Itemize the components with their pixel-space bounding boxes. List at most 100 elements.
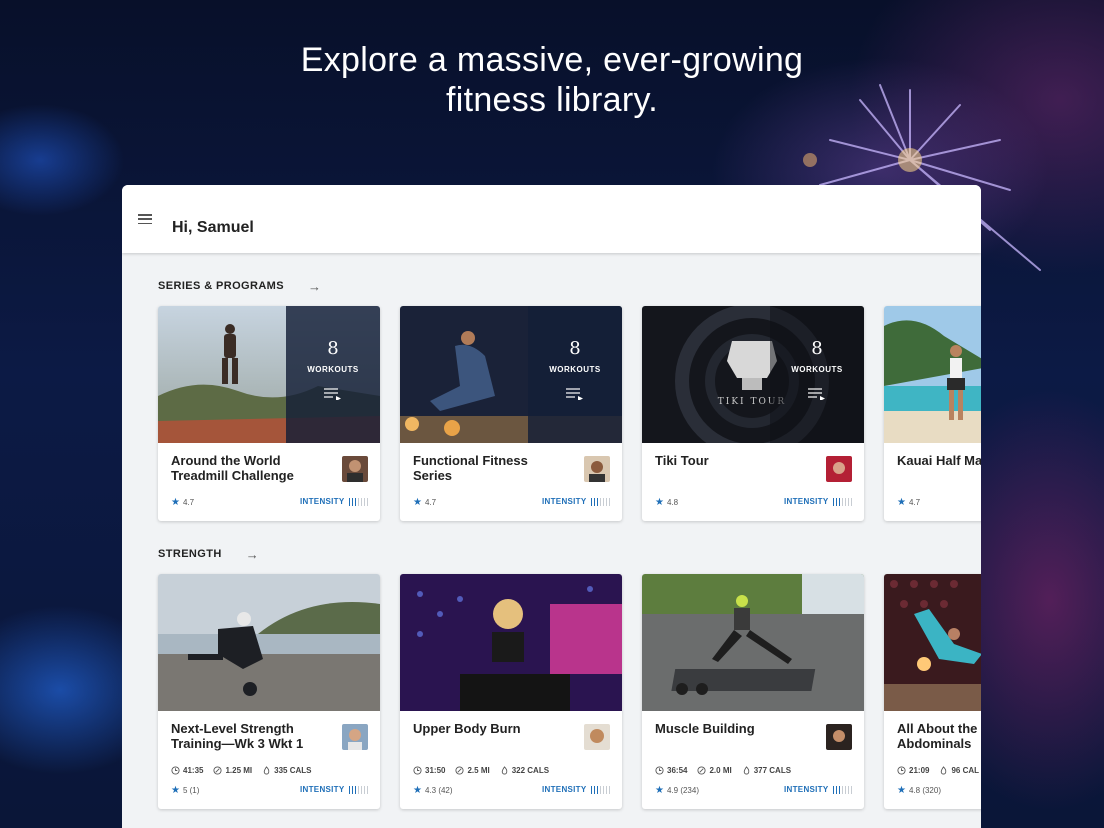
headline-line-2: fitness library. [445,81,658,119]
headline-line-1: Explore a massive, ever-growing [300,41,804,79]
intensity-bar [366,785,368,794]
star-icon: ★ [171,497,180,508]
strength-row: Next-Level Strength Training—Wk 3 Wkt 1 … [158,574,981,809]
workout-card[interactable]: Upper Body Burn 31:50 2.5 MI 322 CALS ★ 4… [400,574,622,809]
rating: ★ 4.7 [413,497,437,508]
workout-meta: 31:50 2.5 MI 322 CALS [413,766,549,775]
distance: 2.0 MI [697,766,732,775]
workout-count-overlay: 8 WORKOUTS [770,306,864,443]
intensity-bar [835,785,837,794]
workout-card[interactable]: All About the Abdominals 21:09 96 CAL ★ 4… [884,574,981,809]
card-title: Muscle Building [655,721,755,736]
program-card[interactable]: 8 WORKOUTS Around the World Treadmill Ch… [158,306,380,521]
intensity: INTENSITY [542,785,610,794]
duration: 41:35 [171,766,203,775]
intensity-bar [351,497,353,506]
intensity-bar [850,497,852,506]
hamburger-menu-icon[interactable] [138,214,152,224]
intensity-bar [354,785,356,794]
section-title: SERIES & PROGRAMS [158,280,284,292]
section-title: STRENGTH [158,548,222,560]
intensity-bar [605,497,607,506]
rating: ★ 4.7 [171,497,195,508]
clock-icon [897,766,906,775]
card-title: Next-Level Strength Training—Wk 3 Wkt 1 [171,721,304,751]
card-title: All About the Abdominals [897,721,978,751]
intensity-bars [348,785,368,794]
intensity-bar [602,785,604,794]
card-thumbnail: TIKI TOUR 8 WORKOUTS [642,306,864,443]
intensity-bar [348,785,350,794]
intensity-bar [841,497,843,506]
intensity: INTENSITY [300,785,368,794]
workout-count-overlay: 8 WORKOUTS [286,306,380,443]
rating: ★ 5 (1) [171,785,200,796]
distance-icon [213,766,223,775]
workout-card[interactable]: Next-Level Strength Training—Wk 3 Wkt 1 … [158,574,380,809]
instructor-avatar [826,724,852,750]
card-title: Kauai Half Ma [897,453,981,468]
flame-icon [743,766,749,775]
intensity-bar [844,785,846,794]
arrow-right-icon[interactable]: → [246,547,259,562]
intensity-bar [847,497,849,506]
flame-icon [501,766,507,775]
clock-icon [655,766,664,775]
card-thumbnail [884,306,981,443]
workout-count: 8 [569,338,581,359]
card-thumbnail: 8 WORKOUTS [400,306,622,443]
star-icon: ★ [897,497,906,508]
intensity-bar [844,497,846,506]
headline: Explore a massive, ever-growing fitness … [0,40,1104,120]
distance-icon [697,766,707,775]
intensity-bar [357,785,359,794]
intensity-bar [599,497,601,506]
star-icon: ★ [897,785,906,796]
calories: 377 CALS [742,766,791,775]
flame-icon [263,766,270,775]
workout-card[interactable]: Muscle Building 36:54 2.0 MI 377 CALS ★ 4… [642,574,864,809]
instructor-avatar [584,724,610,750]
intensity-bars [832,497,852,506]
intensity-bar [847,785,849,794]
program-card[interactable]: Kauai Half Ma ★ 4.7 [884,306,981,521]
card-thumbnail [400,574,622,711]
intensity: INTENSITY [784,497,852,506]
intensity-bar [590,497,592,506]
intensity-bar [838,785,840,794]
clock-icon [413,766,422,775]
calories: 322 CALS [500,766,549,775]
rating: ★ 4.7 [897,497,921,508]
arrow-right-icon[interactable]: → [308,279,321,294]
intensity-bar [354,497,356,506]
star-icon: ★ [655,497,664,508]
instructor-avatar [584,456,610,482]
intensity: INTENSITY [300,497,368,506]
distance: 1.25 MI [213,766,252,775]
section-strength[interactable]: STRENGTH → [158,546,259,562]
star-icon: ★ [171,785,180,796]
section-series-programs[interactable]: SERIES & PROGRAMS → [158,278,321,294]
program-card[interactable]: 8 WORKOUTS Functional Fitness Series ★ 4.… [400,306,622,521]
flame-icon [941,766,947,775]
instructor-avatar [342,724,368,750]
program-card[interactable]: TIKI TOUR 8 WORKOUTS Tiki Tour ★ 4.8 INTE… [642,306,864,521]
instructor-avatar [342,456,368,482]
intensity: INTENSITY [542,497,610,506]
intensity-bar [348,497,350,506]
intensity-bar [357,497,359,506]
intensity-bar [363,497,365,506]
intensity-bar [608,497,610,506]
star-icon: ★ [413,785,422,796]
intensity-bar [363,785,365,794]
card-thumbnail [158,574,380,711]
intensity-bar [596,785,598,794]
workouts-label: WORKOUTS [307,365,359,374]
intensity-bar [593,785,595,794]
intensity-bar [602,497,604,506]
intensity-bar [838,497,840,506]
playlist-icon [566,388,583,400]
intensity-bars [590,785,610,794]
intensity-bar [832,497,834,506]
intensity-bar [593,497,595,506]
